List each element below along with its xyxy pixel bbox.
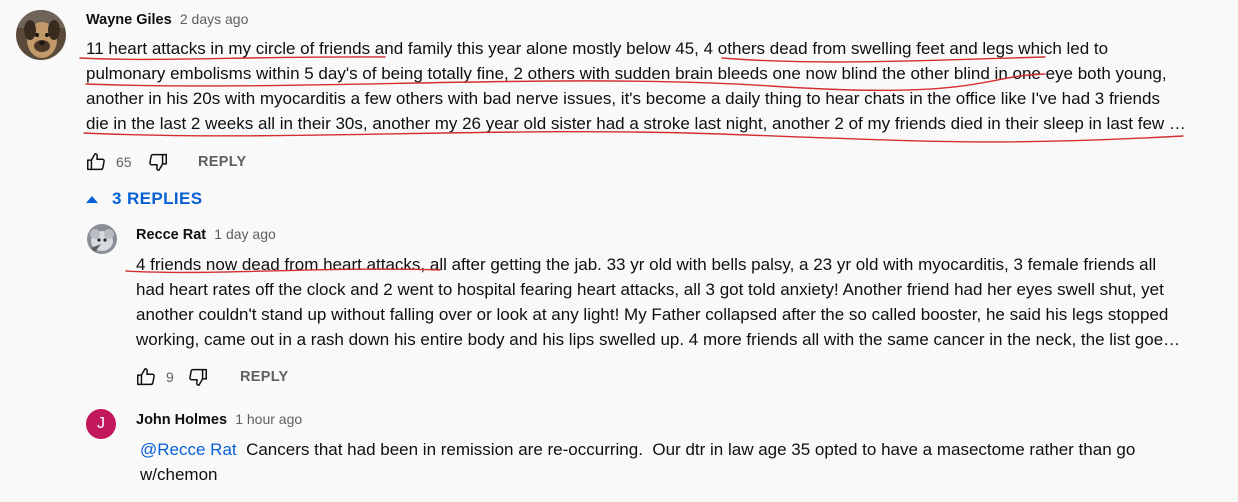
- author-name[interactable]: Wayne Giles: [86, 12, 172, 28]
- dog-avatar-icon: [16, 10, 66, 60]
- author-name[interactable]: John Holmes: [136, 412, 227, 428]
- thumbs-down-icon[interactable]: [146, 150, 170, 174]
- avatar-john-holmes[interactable]: J: [86, 409, 116, 439]
- caret-up-icon: [86, 195, 98, 203]
- comment-line: 11 heart attacks in my circle of friends…: [86, 39, 1109, 58]
- reply-header: John Holmes 1 hour ago: [136, 411, 302, 428]
- mention-link[interactable]: @Recce Rat: [140, 440, 237, 459]
- thumbs-up-icon[interactable]: [84, 150, 108, 174]
- reply-body: @Recce Rat Cancers that had been in remi…: [140, 437, 1135, 487]
- replies-toggle-label: 3 REPLIES: [112, 189, 203, 208]
- rat-avatar-icon: [87, 224, 117, 254]
- reply-line: @Recce Rat Cancers that had been in remi…: [140, 437, 1135, 462]
- timestamp[interactable]: 1 hour ago: [235, 411, 302, 427]
- like-count: 9: [166, 369, 174, 385]
- replies-toggle[interactable]: 3 REPLIES: [80, 186, 203, 212]
- comment-header: Wayne Giles 2 days ago: [86, 11, 248, 28]
- reply-header: Recce Rat 1 day ago: [136, 226, 276, 243]
- reply-line: had heart rates off the clock and 2 went…: [136, 280, 1164, 299]
- thumbs-down-icon[interactable]: [186, 365, 210, 389]
- reply-button[interactable]: REPLY: [198, 154, 247, 170]
- avatar-recce-rat[interactable]: [87, 224, 117, 254]
- comment-body: 11 heart attacks in my circle of friends…: [86, 36, 1186, 136]
- like-count: 65: [116, 154, 132, 170]
- author-name[interactable]: Recce Rat: [136, 227, 206, 243]
- timestamp[interactable]: 1 day ago: [214, 226, 276, 242]
- comment-actions: 65 REPLY: [84, 150, 247, 174]
- comment-line: pulmonary embolisms within 5 day's of be…: [86, 64, 1167, 83]
- avatar-letter: J: [97, 415, 105, 432]
- comment-line: die in the last 2 weeks all in their 30s…: [86, 114, 1186, 133]
- reply-line: working, came out in a rash down his ent…: [136, 330, 1181, 349]
- timestamp[interactable]: 2 days ago: [180, 11, 249, 27]
- reply-actions: 9 REPLY: [134, 365, 289, 389]
- reply-line: another couldn't stand up without fallin…: [136, 305, 1169, 324]
- thumbs-up-icon[interactable]: [134, 365, 158, 389]
- reply-button[interactable]: REPLY: [240, 369, 289, 385]
- avatar-wayne-giles[interactable]: [16, 10, 66, 60]
- reply-text: Cancers that had been in remission are r…: [236, 440, 1136, 459]
- comment-line: another in his 20s with myocarditis a fe…: [86, 89, 1160, 108]
- reply-body: 4 friends now dead from heart attacks, a…: [136, 252, 1180, 352]
- reply-line: 4 friends now dead from heart attacks, a…: [136, 255, 1157, 274]
- reply-line: w/chemon: [140, 465, 218, 484]
- comments-section: Wayne Giles 2 days ago 11 heart attacks …: [0, 0, 1238, 502]
